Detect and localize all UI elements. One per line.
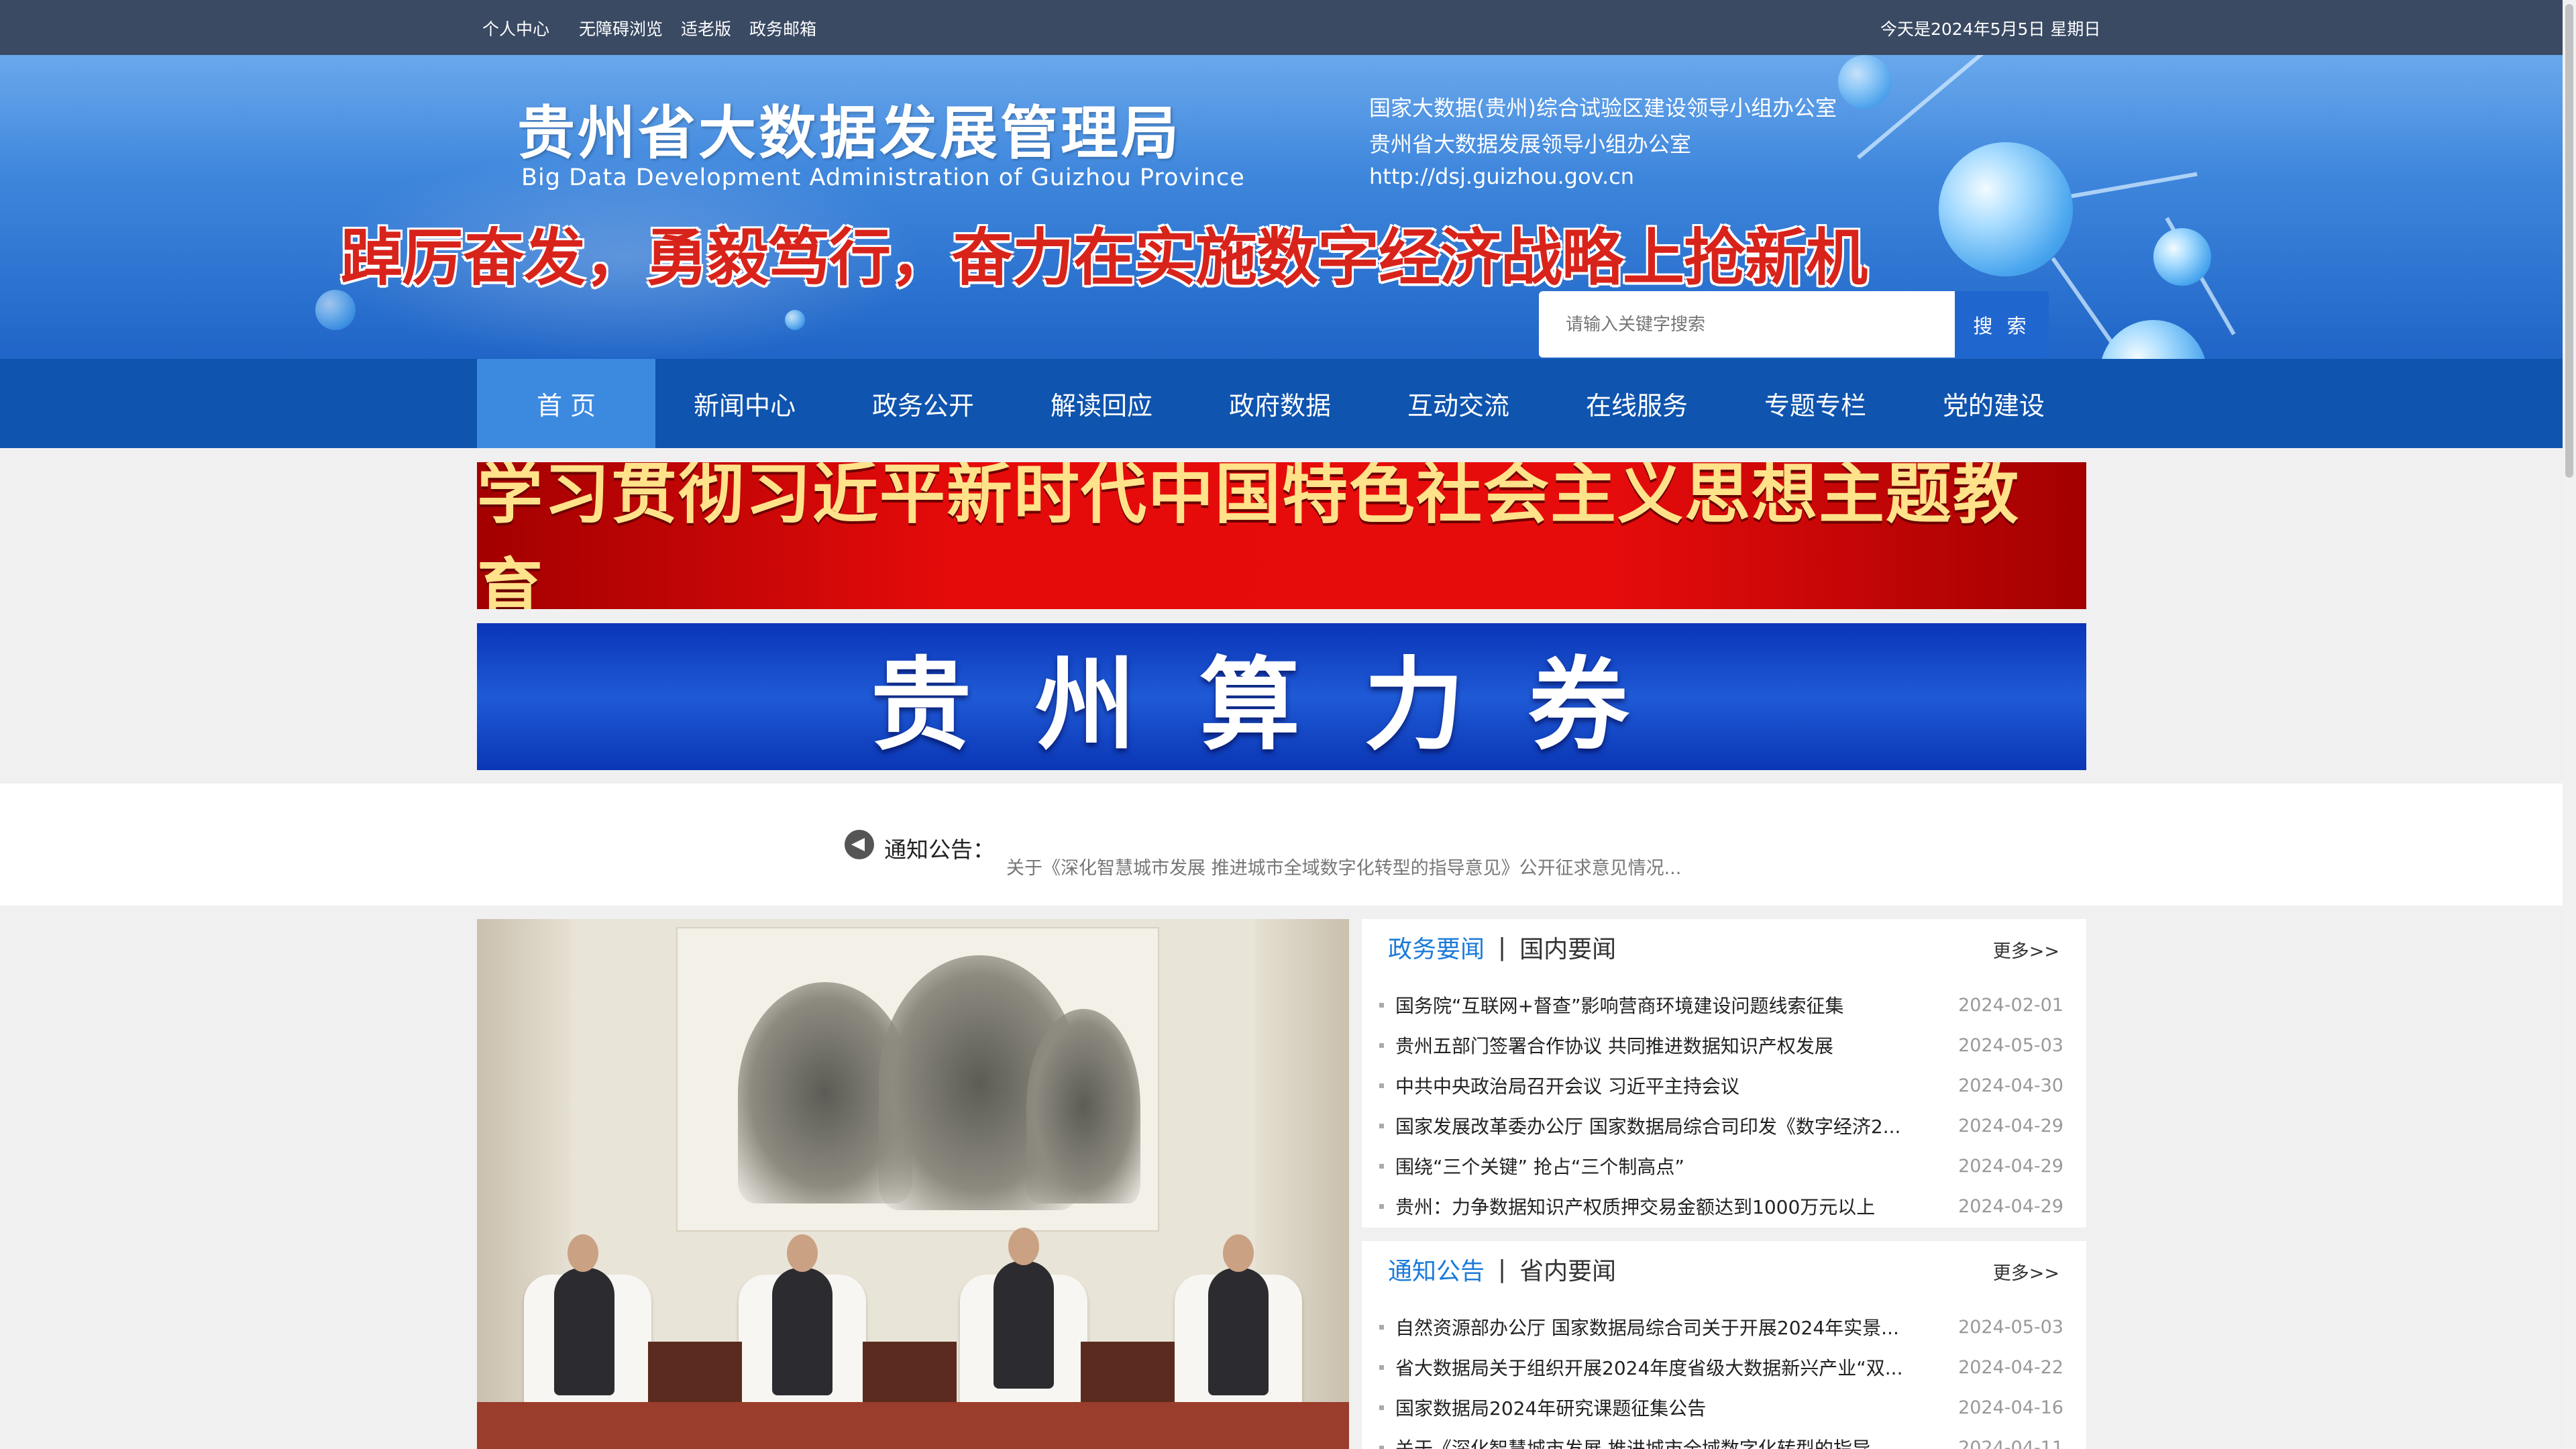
top-bar: 个人中心 无障碍浏览 适老版 政务邮箱 今天是2024年5月5日 星期日 xyxy=(0,0,2563,55)
news-more-link[interactable]: 更多>> xyxy=(1993,936,2059,963)
list-item[interactable]: 自然资源部办公厅 国家数据局综合司关于开展2024年实景... 2024-05-0… xyxy=(1379,1307,2063,1347)
seated-person xyxy=(994,1261,1054,1389)
molecule-sphere xyxy=(785,310,805,330)
main-nav: 首 页 新闻中心 政务公开 解读回应 政府数据 互动交流 在线服务 专题专栏 党… xyxy=(0,359,2563,448)
news-title[interactable]: 国务院“互联网+督查”影响营商环境建设问题线索征集 xyxy=(1379,991,1843,1018)
person-head xyxy=(787,1234,818,1272)
notice-title[interactable]: 关于《深化智慧城市发展 推进城市全域数字化转型的指导 xyxy=(1379,1434,1871,1449)
notice-date: 2024-05-03 xyxy=(1958,1316,2063,1338)
tab-notices[interactable]: 通知公告 xyxy=(1388,1252,1485,1287)
seated-person xyxy=(772,1268,833,1395)
nav-home[interactable]: 首 页 xyxy=(477,359,655,448)
notice-panel: 通知公告 | 省内要闻 更多>> 自然资源部办公厅 国家数据局综合司关于开展20… xyxy=(1362,1241,2086,1449)
list-item[interactable]: 贵州五部门签署合作协议 共同推进数据知识产权发展 2024-05-03 xyxy=(1379,1025,2063,1065)
search-button[interactable]: 搜 索 xyxy=(1955,291,2049,358)
notice-date: 2024-04-16 xyxy=(1958,1397,2063,1418)
notice-more-link[interactable]: 更多>> xyxy=(1993,1258,2059,1285)
notice-scroll-text[interactable]: 关于《深化智慧城市发展 推进城市全域数字化转型的指导意见》公开征求意见情况... xyxy=(1006,853,1681,879)
nav-online-service[interactable]: 在线服务 xyxy=(1548,359,1726,448)
nav-gov-affairs[interactable]: 政务公开 xyxy=(834,359,1012,448)
molecule-sphere xyxy=(1939,142,2073,276)
notice-label: 通知公告： xyxy=(884,837,995,863)
news-date: 2024-05-03 xyxy=(1958,1034,2063,1056)
office-line-1: 国家大数据(贵州)综合试验区建设领导小组办公室 xyxy=(1369,95,1837,121)
news-list: 国务院“互联网+督查”影响营商环境建设问题线索征集 2024-02-01 贵州五部… xyxy=(1379,985,2063,1226)
compute-voucher-text: 贵州算力券 xyxy=(870,646,1693,764)
news-title[interactable]: 贵州：力争数据知识产权质押交易金额达到1000万元以上 xyxy=(1379,1193,1875,1220)
site-title: 贵州省大数据发展管理局 xyxy=(517,99,1181,167)
link-accessibility[interactable]: 无障碍浏览 xyxy=(579,16,663,40)
featured-news-photo[interactable] xyxy=(477,919,1349,1449)
news-title[interactable]: 贵州五部门签署合作协议 共同推进数据知识产权发展 xyxy=(1379,1032,1833,1059)
search-input[interactable] xyxy=(1539,291,1955,358)
office-line-2: 贵州省大数据发展领导小组办公室 xyxy=(1369,131,1692,157)
news-title[interactable]: 中共中央政治局召开会议 习近平主持会议 xyxy=(1379,1072,1739,1099)
seated-person xyxy=(554,1268,614,1395)
notice-list: 自然资源部办公厅 国家数据局综合司关于开展2024年实景... 2024-05-0… xyxy=(1379,1307,2063,1449)
news-tabs: 政务要闻 | 国内要闻 xyxy=(1388,930,1616,965)
nav-gov-data[interactable]: 政府数据 xyxy=(1191,359,1369,448)
list-item[interactable]: 关于《深化智慧城市发展 推进城市全域数字化转型的指导 2024-04-11 xyxy=(1379,1428,2063,1449)
news-title[interactable]: 国家发展改革委办公厅 国家数据局综合司印发《数字经济2... xyxy=(1379,1112,1900,1139)
list-item[interactable]: 贵州：力争数据知识产权质押交易金额达到1000万元以上 2024-04-29 xyxy=(1379,1186,2063,1226)
page-scrollbar[interactable] xyxy=(2563,0,2576,1449)
site-subtitle: Big Data Development Administration of G… xyxy=(521,164,1245,191)
news-date: 2024-04-30 xyxy=(1958,1075,2063,1096)
notice-title[interactable]: 省大数据局关于组织开展2024年度省级大数据新兴产业“双... xyxy=(1379,1354,1902,1381)
tab-provincial-news[interactable]: 省内要闻 xyxy=(1519,1252,1616,1287)
seated-person xyxy=(1208,1268,1269,1395)
list-item[interactable]: 国务院“互联网+督查”影响营商环境建设问题线索征集 2024-02-01 xyxy=(1379,985,2063,1025)
top-links: 个人中心 无障碍浏览 适老版 政务邮箱 xyxy=(482,16,835,40)
tab-domestic-news[interactable]: 国内要闻 xyxy=(1519,930,1616,965)
header-slogan: 踔厉奋发，勇毅笃行，奋力在实施数字经济战略上抢新机 xyxy=(341,221,1868,294)
speaker-icon xyxy=(845,830,874,859)
list-item[interactable]: 省大数据局关于组织开展2024年度省级大数据新兴产业“双... 2024-04-2… xyxy=(1379,1347,2063,1387)
link-personal-center[interactable]: 个人中心 xyxy=(482,16,549,40)
notice-strip xyxy=(0,784,2563,906)
nav-news-center[interactable]: 新闻中心 xyxy=(655,359,834,448)
molecule-sphere xyxy=(1838,55,1892,109)
painting-mountain xyxy=(1026,1009,1140,1203)
nav-special-topics[interactable]: 专题专栏 xyxy=(1726,359,1904,448)
tab-separator: | xyxy=(1498,933,1507,961)
scrollbar-thumb[interactable] xyxy=(2565,4,2573,478)
list-item[interactable]: 中共中央政治局召开会议 习近平主持会议 2024-04-30 xyxy=(1379,1065,2063,1106)
list-item[interactable]: 国家发展改革委办公厅 国家数据局综合司印发《数字经济2... 2024-04-29 xyxy=(1379,1106,2063,1146)
nav-interaction[interactable]: 互动交流 xyxy=(1369,359,1548,448)
person-head xyxy=(1008,1228,1039,1265)
news-date: 2024-02-01 xyxy=(1958,994,2063,1016)
news-date: 2024-04-29 xyxy=(1958,1155,2063,1177)
site-url: http://dsj.guizhou.gov.cn xyxy=(1369,164,1635,189)
list-item[interactable]: 围绕“三个关键” 抢占“三个制高点” 2024-04-29 xyxy=(1379,1146,2063,1186)
notice-title[interactable]: 国家数据局2024年研究课题征集公告 xyxy=(1379,1394,1706,1421)
notice-tabs: 通知公告 | 省内要闻 xyxy=(1388,1252,1616,1287)
tab-separator: | xyxy=(1498,1255,1507,1283)
photo-carpet xyxy=(477,1402,1349,1449)
nav-interpretation[interactable]: 解读回应 xyxy=(1012,359,1191,448)
current-date: 今天是2024年5月5日 星期日 xyxy=(1880,19,2101,39)
person-head xyxy=(1223,1234,1254,1272)
notice-title[interactable]: 自然资源部办公厅 国家数据局综合司关于开展2024年实景... xyxy=(1379,1313,1899,1340)
link-gov-mail[interactable]: 政务邮箱 xyxy=(749,16,816,40)
theme-education-text: 学习贯彻习近平新时代中国特色社会主义思想主题教育 xyxy=(477,462,2021,609)
header-banner xyxy=(0,55,2563,359)
molecule-sphere xyxy=(2100,320,2207,359)
nav-party-building[interactable]: 党的建设 xyxy=(1904,359,2083,448)
notice-date: 2024-04-11 xyxy=(1958,1437,2063,1449)
list-item[interactable]: 国家数据局2024年研究课题征集公告 2024-04-16 xyxy=(1379,1387,2063,1428)
notice-date: 2024-04-22 xyxy=(1958,1356,2063,1378)
link-elderly-mode[interactable]: 适老版 xyxy=(681,16,731,40)
theme-education-banner[interactable]: 学习贯彻习近平新时代中国特色社会主义思想主题教育 xyxy=(477,462,2086,609)
news-panel: 政务要闻 | 国内要闻 更多>> 国务院“互联网+督查”影响营商环境建设问题线索… xyxy=(1362,919,2086,1228)
news-date: 2024-04-29 xyxy=(1958,1195,2063,1217)
news-date: 2024-04-29 xyxy=(1958,1115,2063,1136)
landscape-painting xyxy=(676,927,1159,1232)
molecule-sphere xyxy=(2153,228,2211,286)
news-title[interactable]: 围绕“三个关键” 抢占“三个制高点” xyxy=(1379,1152,1684,1179)
tab-gov-news[interactable]: 政务要闻 xyxy=(1388,930,1485,965)
compute-voucher-banner[interactable]: 贵州算力券 xyxy=(477,623,2086,770)
person-head xyxy=(568,1234,598,1272)
